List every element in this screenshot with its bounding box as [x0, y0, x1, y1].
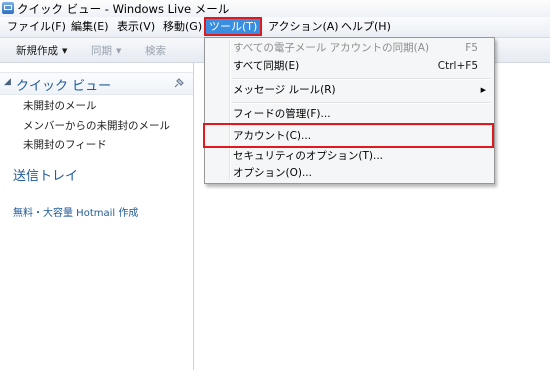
- hotmail-signup-link[interactable]: 無料・大容量 Hotmail 作成: [13, 204, 138, 219]
- window-title: クイック ビュー - Windows Live メール: [17, 2, 230, 16]
- menu-view[interactable]: 表示(V): [117, 17, 155, 36]
- app-icon: [2, 2, 14, 14]
- chevron-down-icon: ▼: [62, 47, 68, 55]
- menu-bar: ファイル(F) 編集(E) 表示(V) 移動(G) ツール(T) アクション(A…: [0, 17, 550, 38]
- sidebar-item-unread-mail[interactable]: 未開封のメール: [23, 98, 97, 113]
- sidebar-item-outbox[interactable]: 送信トレイ: [13, 165, 78, 184]
- sync-button[interactable]: 同期 ▼: [91, 43, 121, 58]
- menu-item-options[interactable]: オプション(O)...: [233, 165, 312, 182]
- menu-icon-gutter: [229, 40, 231, 180]
- quick-view-header[interactable]: ◢ クイック ビュー: [0, 72, 193, 95]
- sidebar-item-unread-feeds[interactable]: 未開封のフィード: [23, 137, 107, 152]
- menu-tools[interactable]: ツール(T): [204, 17, 262, 36]
- sync-button-label: 同期: [91, 45, 112, 57]
- menu-actions[interactable]: アクション(A): [268, 17, 339, 36]
- menu-go[interactable]: 移動(G): [163, 17, 202, 36]
- menu-separator: [232, 78, 490, 80]
- menu-file[interactable]: ファイル(F): [7, 17, 66, 36]
- accounts-highlight-box: [203, 123, 494, 148]
- menu-item-security-options[interactable]: セキュリティのオプション(T)...: [233, 148, 383, 165]
- chevron-down-icon: ▼: [116, 47, 122, 55]
- menu-item-message-rules[interactable]: メッセージ ルール(R): [233, 82, 336, 99]
- pin-icon[interactable]: [174, 78, 184, 88]
- menu-item-sync-all-email[interactable]: すべての電子メール アカウントの同期(A): [233, 40, 429, 57]
- menu-separator: [232, 102, 490, 104]
- sidebar-item-unread-from-contacts[interactable]: メンバーからの未開封のメール: [23, 118, 170, 133]
- menu-edit[interactable]: 編集(E): [71, 17, 109, 36]
- title-bar: クイック ビュー - Windows Live メール: [0, 0, 550, 18]
- menu-item-manage-feeds[interactable]: フィードの管理(F)...: [233, 106, 331, 123]
- new-button-label: 新規作成: [16, 45, 58, 57]
- sidebar: ◢ クイック ビュー 未開封のメール メンバーからの未開封のメール 未開封のフィ…: [0, 63, 194, 370]
- quick-view-title: クイック ビュー: [16, 79, 112, 94]
- new-button[interactable]: 新規作成 ▼: [16, 43, 67, 58]
- submenu-arrow-icon: ▶: [480, 86, 486, 94]
- collapse-triangle-icon[interactable]: ◢: [4, 77, 11, 87]
- search-button[interactable]: 検索: [145, 43, 166, 58]
- shortcut-sync-all: Ctrl+F5: [437, 60, 478, 72]
- tools-menu: すべての電子メール アカウントの同期(A) F5 すべて同期(E) Ctrl+F…: [203, 37, 495, 184]
- menu-item-sync-all[interactable]: すべて同期(E): [233, 58, 299, 75]
- shortcut-sync-all-email: F5: [465, 42, 478, 54]
- menu-help[interactable]: ヘルプ(H): [341, 17, 391, 36]
